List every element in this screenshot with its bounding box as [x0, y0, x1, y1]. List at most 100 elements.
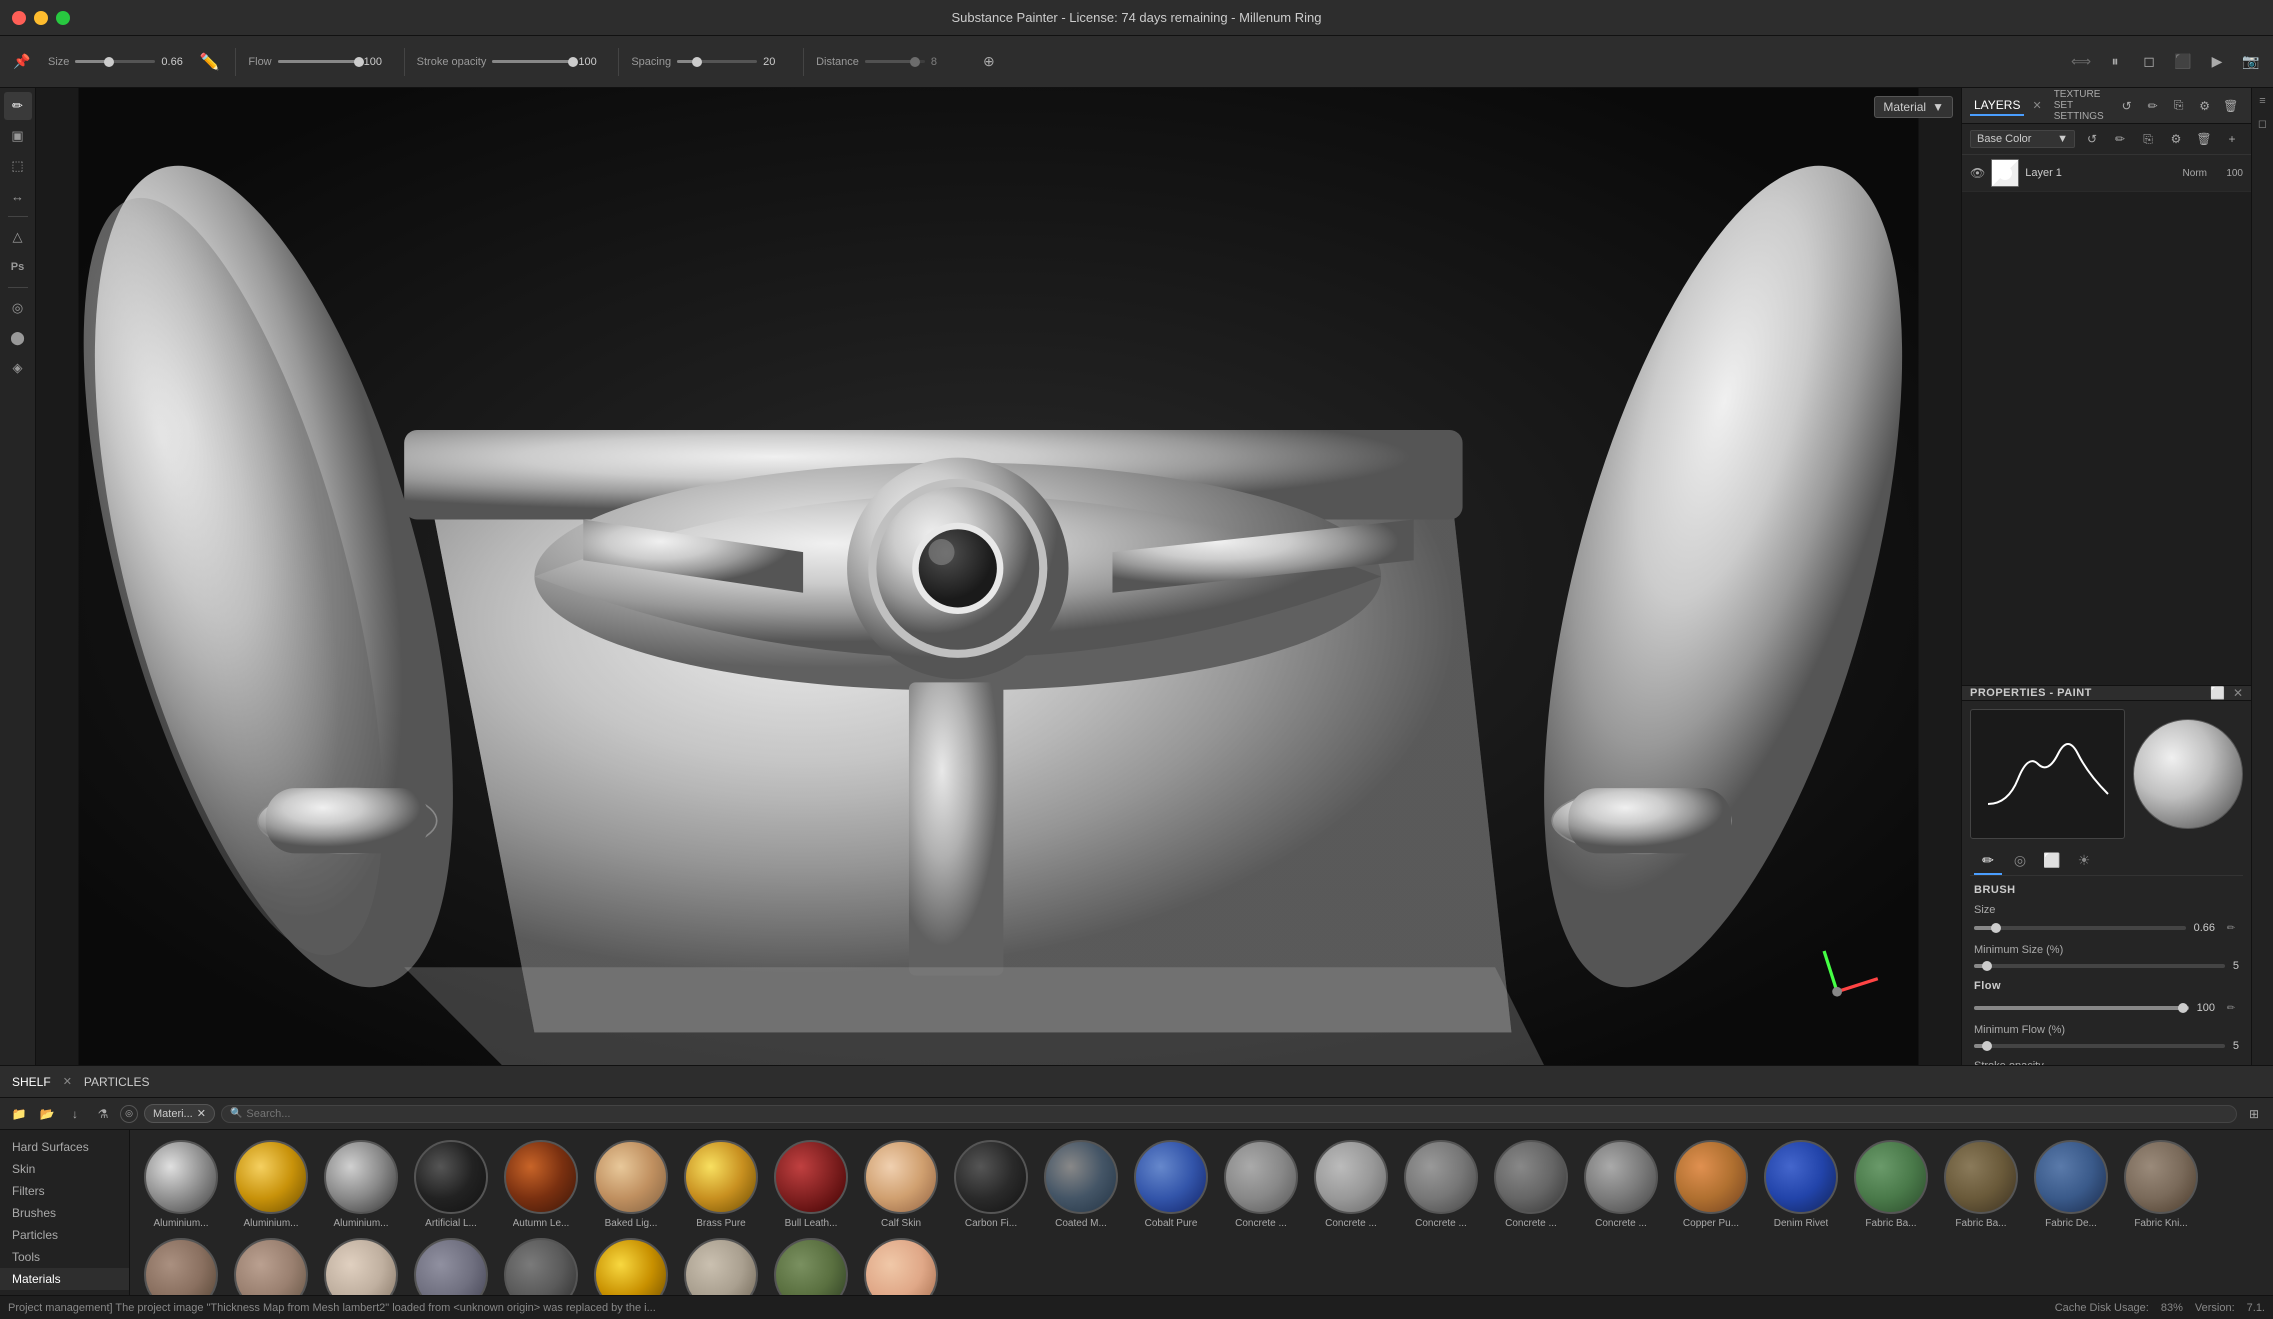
- add-folder-icon[interactable]: 📂: [36, 1103, 58, 1125]
- flow-value[interactable]: 100: [364, 56, 392, 68]
- stroke-opacity-slider[interactable]: [492, 60, 572, 63]
- min-flow-track[interactable]: [1974, 1044, 2225, 1048]
- distance-slider[interactable]: [865, 60, 925, 63]
- material-item-2[interactable]: Aluminium...: [316, 1136, 406, 1234]
- material-item-25[interactable]: Fabric Sof...: [316, 1234, 406, 1295]
- paint-icon[interactable]: ✏: [2142, 95, 2164, 117]
- maximize-button[interactable]: [56, 11, 70, 25]
- target-icon[interactable]: ⊕: [975, 48, 1003, 76]
- view-tool[interactable]: ◈: [4, 354, 32, 382]
- category-close-icon[interactable]: ✕: [197, 1107, 206, 1120]
- layer-visibility-icon[interactable]: 👁: [1970, 166, 1985, 180]
- material-item-9[interactable]: Carbon Fi...: [946, 1136, 1036, 1234]
- cat-hard-surfaces[interactable]: Hard Surfaces: [0, 1136, 129, 1158]
- material-item-6[interactable]: Brass Pure: [676, 1136, 766, 1234]
- scatter-tab[interactable]: ☀: [2070, 847, 2098, 875]
- video-icon[interactable]: ▶: [2203, 48, 2231, 76]
- material-item-10[interactable]: Coated M...: [1036, 1136, 1126, 1234]
- category-filter-tag[interactable]: Materi... ✕: [144, 1104, 215, 1123]
- size-value[interactable]: 0.66: [161, 56, 189, 68]
- material-item-27[interactable]: Footprints: [496, 1234, 586, 1295]
- search-box[interactable]: 🔍: [221, 1105, 2237, 1123]
- size-edit-icon[interactable]: ✏: [2223, 920, 2239, 936]
- photoshop-tool[interactable]: Ps: [4, 253, 32, 281]
- material-item-4[interactable]: Autumn Le...: [496, 1136, 586, 1234]
- transform-tool[interactable]: ↔: [4, 182, 32, 210]
- min-size-track[interactable]: [1974, 964, 2225, 968]
- material-dropdown[interactable]: Material ▼: [1874, 96, 1953, 118]
- cat-filters[interactable]: Filters: [0, 1180, 129, 1202]
- pause-icon[interactable]: ⏸: [2101, 48, 2129, 76]
- particles-tab[interactable]: PARTICLES: [80, 1073, 154, 1091]
- base-color-dropdown[interactable]: Base Color ▼: [1970, 130, 2075, 148]
- open-folder-icon[interactable]: 📁: [8, 1103, 30, 1125]
- canvas-area[interactable]: Material ▼: [36, 88, 1961, 1065]
- tool-pin-icon[interactable]: 📌: [8, 48, 36, 76]
- material-item-12[interactable]: Concrete ...: [1216, 1136, 1306, 1234]
- layers-tab[interactable]: LAYERS: [1970, 96, 2024, 116]
- search-input[interactable]: [246, 1108, 2228, 1120]
- material-item-23[interactable]: Fabric Rou...: [136, 1234, 226, 1295]
- bake-tool[interactable]: ◎: [4, 294, 32, 322]
- material-item-3[interactable]: Artificial L...: [406, 1136, 496, 1234]
- shelf-tab[interactable]: SHELF: [8, 1073, 55, 1091]
- add-btn[interactable]: +: [2221, 128, 2243, 150]
- close-icon[interactable]: ✕: [2233, 686, 2243, 700]
- material-item-15[interactable]: Concrete ...: [1486, 1136, 1576, 1234]
- maximize-icon[interactable]: ⬜: [2210, 686, 2225, 700]
- distance-value[interactable]: 8: [931, 56, 959, 68]
- link-btn[interactable]: ⚙: [2165, 128, 2187, 150]
- material-item-28[interactable]: Gold Pure: [586, 1234, 676, 1295]
- layers-icon[interactable]: ≡: [2254, 92, 2272, 110]
- layer-blend-mode[interactable]: Norm: [2183, 168, 2207, 179]
- spacing-slider[interactable]: [677, 60, 757, 63]
- layers-close-icon[interactable]: ✕: [2032, 99, 2041, 112]
- circle-filter-icon[interactable]: ◎: [120, 1105, 138, 1123]
- grid-view-icon[interactable]: ⊞: [2243, 1103, 2265, 1125]
- min-flow-value[interactable]: 5: [2233, 1040, 2239, 1052]
- properties-icon[interactable]: ◻: [2254, 114, 2272, 132]
- material-item-1[interactable]: Aluminium...: [226, 1136, 316, 1234]
- geometry-tool[interactable]: △: [4, 223, 32, 251]
- copy-btn[interactable]: ⎘: [2137, 128, 2159, 150]
- paint-layer-btn[interactable]: ✏: [2109, 128, 2131, 150]
- material-item-14[interactable]: Concrete ...: [1396, 1136, 1486, 1234]
- duplicate-icon[interactable]: ⎘: [2168, 95, 2190, 117]
- delete-icon[interactable]: 🗑: [2220, 95, 2242, 117]
- add-layer-icon[interactable]: ↺: [2116, 95, 2138, 117]
- filter-shelf-icon[interactable]: ⚗: [92, 1103, 114, 1125]
- material-item-31[interactable]: Human Ba...: [856, 1234, 946, 1295]
- material-item-13[interactable]: Concrete ...: [1306, 1136, 1396, 1234]
- size-prop-value[interactable]: 0.66: [2194, 922, 2215, 934]
- flow-edit-icon[interactable]: ✏: [2223, 1000, 2239, 1016]
- camera-icon[interactable]: 📷: [2237, 48, 2265, 76]
- size-slider[interactable]: [75, 60, 155, 63]
- material-item-19[interactable]: Fabric Ba...: [1846, 1136, 1936, 1234]
- texture-set-tab[interactable]: TEXTURE SET SETTINGS: [2050, 88, 2108, 124]
- flow-slider[interactable]: [278, 60, 358, 63]
- material-item-24[interactable]: Fabric Rou...: [226, 1234, 316, 1295]
- size-track[interactable]: [1974, 926, 2186, 930]
- material-item-18[interactable]: Denim Rivet: [1756, 1136, 1846, 1234]
- paint-tool[interactable]: ✏: [4, 92, 32, 120]
- viewport-3d[interactable]: [36, 88, 1961, 1065]
- brush-tab[interactable]: ✏: [1974, 847, 2002, 875]
- fill-tool[interactable]: ▣: [4, 122, 32, 150]
- minimize-button[interactable]: [34, 11, 48, 25]
- material-item-29[interactable]: Gouache ...: [676, 1234, 766, 1295]
- material-item-7[interactable]: Bull Leath...: [766, 1136, 856, 1234]
- layer-opacity[interactable]: 100: [2213, 168, 2243, 179]
- cube-icon[interactable]: ⬛: [2169, 48, 2197, 76]
- material-item-20[interactable]: Fabric Ba...: [1936, 1136, 2026, 1234]
- opacity-tab[interactable]: ◎: [2006, 847, 2034, 875]
- shelf-close-icon[interactable]: ✕: [63, 1075, 72, 1088]
- stroke-opacity-value[interactable]: 100: [578, 56, 606, 68]
- material-item-16[interactable]: Concrete ...: [1576, 1136, 1666, 1234]
- min-size-value[interactable]: 5: [2233, 960, 2239, 972]
- brush-icon[interactable]: ✏️: [195, 48, 223, 76]
- material-item-5[interactable]: Baked Lig...: [586, 1136, 676, 1234]
- material-item-11[interactable]: Cobalt Pure: [1126, 1136, 1216, 1234]
- import-icon[interactable]: ↓: [64, 1103, 86, 1125]
- close-button[interactable]: [12, 11, 26, 25]
- cat-brushes[interactable]: Brushes: [0, 1202, 129, 1224]
